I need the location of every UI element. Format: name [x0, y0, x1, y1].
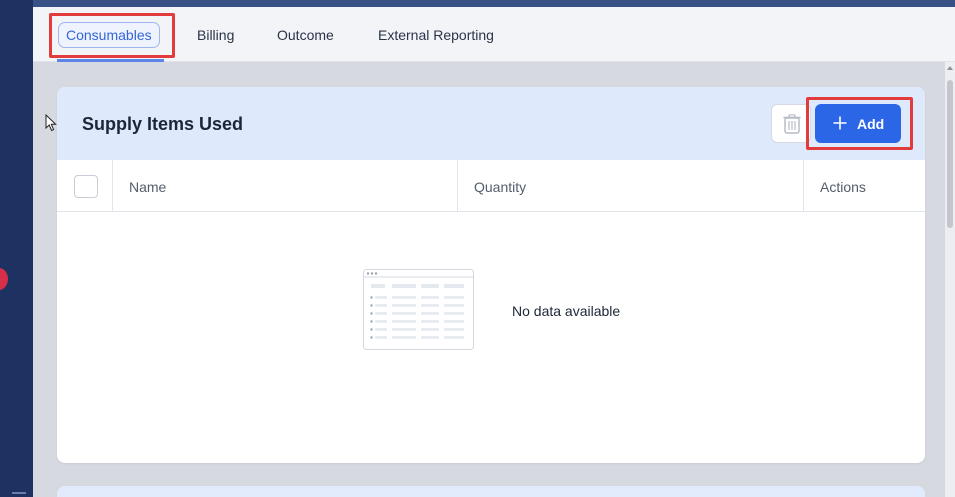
column-divider — [457, 160, 458, 212]
column-header-name[interactable]: Name — [129, 179, 166, 195]
tab-outcome[interactable]: Outcome — [277, 27, 334, 43]
card-title: Supply Items Used — [82, 114, 244, 134]
tab-bar: Consumables Billing Outcome External Rep… — [33, 7, 955, 62]
left-sidebar — [0, 0, 33, 497]
empty-table-icon — [363, 269, 474, 350]
scroll-up-arrow-icon[interactable] — [947, 66, 953, 70]
tab-consumables[interactable]: Consumables — [58, 22, 160, 48]
sidebar-mark — [12, 492, 26, 494]
active-tab-underline — [57, 59, 164, 62]
add-button[interactable]: Add — [815, 104, 901, 143]
top-strip — [0, 0, 955, 7]
column-divider — [803, 160, 804, 212]
column-divider — [112, 160, 113, 212]
sidebar-indicator[interactable] — [0, 268, 8, 290]
column-header-quantity[interactable]: Quantity — [474, 179, 526, 195]
mouse-cursor-icon — [45, 114, 57, 132]
tab-billing[interactable]: Billing — [197, 27, 234, 43]
add-button-label: Add — [857, 116, 885, 132]
supply-items-card: Supply Items Used Add Name Quantity Acti… — [57, 87, 925, 463]
empty-state-text: No data available — [512, 303, 621, 319]
trash-icon — [783, 114, 801, 134]
scrollbar-thumb[interactable] — [947, 80, 953, 228]
tab-external-reporting[interactable]: External Reporting — [378, 27, 494, 43]
table-header: Name Quantity Actions — [57, 160, 925, 212]
column-header-actions[interactable]: Actions — [820, 179, 866, 195]
select-all-checkbox[interactable] — [74, 175, 98, 198]
delete-button[interactable] — [771, 104, 811, 143]
next-card — [57, 486, 925, 497]
plus-icon — [833, 116, 847, 130]
card-header: Supply Items Used Add — [57, 87, 925, 160]
